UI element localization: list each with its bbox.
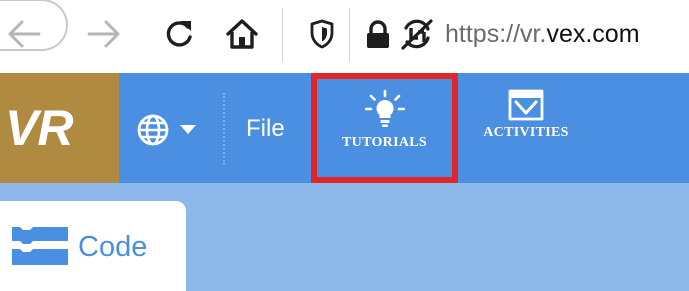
file-menu-button[interactable]: File (246, 114, 285, 144)
home-icon (226, 19, 258, 49)
logo-text: VR (5, 100, 73, 156)
back-arrow-icon (8, 20, 41, 48)
forward-button[interactable] (80, 10, 128, 58)
toolbar-separator (349, 8, 350, 62)
tab-activities[interactable]: ACTIVITIES (466, 73, 586, 183)
tab-activities-label: ACTIVITIES (483, 125, 569, 140)
tab-tutorials-label: TUTORIALS (342, 135, 427, 150)
app-toolbar: VR File TUTORIALS ACTIVITIES (0, 73, 689, 183)
tab-tutorials[interactable]: TUTORIALS (311, 73, 458, 183)
back-button[interactable] (0, 10, 48, 58)
globe-icon (137, 114, 169, 146)
chevron-down-icon (180, 125, 196, 134)
home-button[interactable] (218, 10, 266, 58)
permissions-icon[interactable] (400, 18, 434, 52)
toolbar-separator (282, 8, 283, 62)
code-blocks-icon (12, 227, 68, 265)
forward-arrow-icon (87, 20, 120, 48)
code-tab[interactable]: Code (0, 201, 186, 291)
address-bar-url[interactable]: https://vr.vex.com (445, 18, 640, 50)
workspace-area: Code (0, 183, 689, 291)
tracking-protection-button[interactable] (298, 10, 346, 58)
reload-icon (166, 21, 192, 47)
reload-button[interactable] (155, 10, 203, 58)
activities-icon (508, 89, 544, 121)
vexcode-vr-logo: VR (0, 73, 119, 183)
toolbar-divider (223, 93, 225, 165)
language-menu-button[interactable] (136, 110, 208, 150)
lightbulb-icon (364, 89, 405, 127)
code-tab-label: Code (78, 231, 148, 263)
browser-toolbar: https://vr.vex.com (0, 0, 689, 73)
tracking-shield-icon (310, 19, 334, 49)
url-prefix: https://vr. (445, 20, 547, 48)
url-domain: vex.com (546, 20, 640, 48)
lock-icon[interactable] (363, 20, 393, 50)
